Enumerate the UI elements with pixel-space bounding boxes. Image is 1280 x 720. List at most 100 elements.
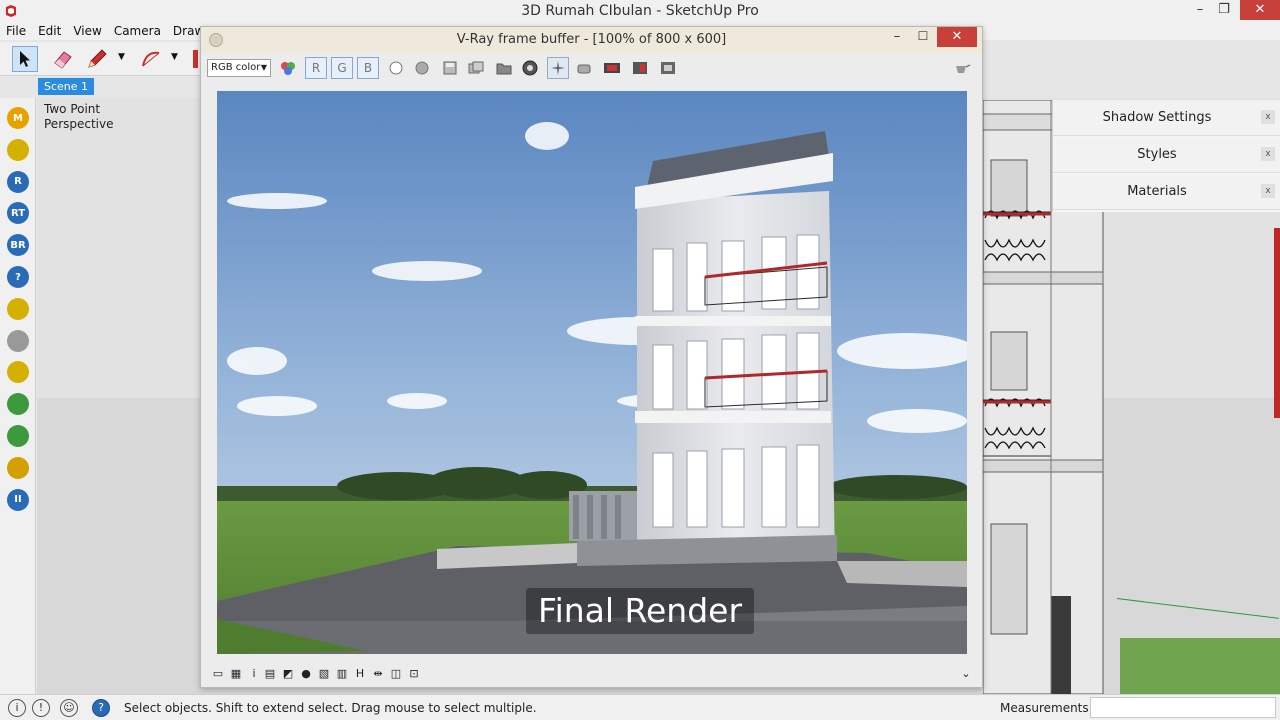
status-message: Select objects. Shift to extend select. …	[124, 701, 537, 715]
tray-shadow-settings-label: Shadow Settings	[1102, 110, 1212, 125]
arc-icon	[142, 51, 160, 67]
tree-icon[interactable]	[7, 393, 29, 416]
channel-chevron-down-icon: ▼	[260, 63, 267, 72]
vray-toolbar: M R RT BR? II	[0, 98, 36, 694]
instructor-help-icon[interactable]: ?	[92, 699, 110, 717]
perspective-label-line2: Perspective	[44, 117, 114, 131]
save-image-button[interactable]	[439, 57, 461, 79]
history-icon	[661, 62, 675, 74]
vfb-lut-button[interactable]: ▧	[317, 667, 331, 681]
tray-shadow-settings-close-icon[interactable]: x	[1261, 110, 1275, 124]
green-channel-button[interactable]: G	[331, 57, 353, 79]
white-circle-icon	[389, 61, 403, 75]
vfb-title-bar[interactable]: V-Ray frame buffer - [100% of 800 x 600]…	[201, 27, 982, 53]
line-tool-button[interactable]	[84, 46, 110, 72]
grass-patch	[1120, 638, 1280, 694]
red-axis-marker	[1274, 228, 1280, 418]
geo-location-icon[interactable]: i	[8, 699, 26, 717]
tag-icon[interactable]	[7, 138, 29, 161]
vfb-minimize-button[interactable]: –	[885, 29, 909, 44]
vfb-fit-button[interactable]: ⇹	[371, 667, 385, 681]
eraser-icon	[54, 51, 72, 69]
tray-materials-close-icon[interactable]: x	[1261, 184, 1275, 198]
br-icon[interactable]: BR	[7, 234, 29, 257]
vfb-image-button[interactable]: ▦	[229, 667, 243, 681]
tray-materials-label: Materials	[1127, 184, 1187, 199]
tray-styles-close-icon[interactable]: x	[1261, 147, 1275, 161]
clear-image-button[interactable]	[493, 57, 515, 79]
vfb-info-button[interactable]: i	[247, 667, 261, 681]
line-dropdown-chevron-icon[interactable]: ▼	[118, 52, 128, 66]
vfb-close-button[interactable]: ✕	[937, 27, 977, 47]
arc-tool-button[interactable]	[138, 46, 164, 72]
scene-tabs: Scene 1	[36, 76, 200, 98]
arc-dropdown-chevron-icon[interactable]: ▼	[171, 52, 181, 66]
color-balls-icon	[281, 62, 295, 75]
tray-styles[interactable]: Styles x	[1053, 137, 1280, 173]
history-button[interactable]	[657, 57, 679, 79]
compare-button[interactable]	[629, 57, 651, 79]
vfb-h-button[interactable]: H	[353, 667, 367, 681]
tag2-icon[interactable]	[7, 297, 29, 320]
measurements-label: Measurements	[1000, 701, 1089, 715]
folder-icon	[496, 63, 512, 75]
vfb-toolbar: RGB color ▼ R G B	[201, 53, 982, 83]
pause-icon[interactable]: II	[7, 488, 29, 511]
main-toolbar: ▼ ▼	[0, 42, 200, 76]
vfb-exposure-button[interactable]: ●	[299, 667, 313, 681]
restore-button[interactable]: ❐	[1210, 0, 1238, 20]
tray-shadow-settings[interactable]: Shadow Settings x	[1053, 100, 1280, 136]
vfb-expand-chevron-icon[interactable]: ⌄	[959, 667, 973, 681]
film-icon	[604, 63, 620, 73]
vfb-ocio-button[interactable]: ⊡	[407, 667, 421, 681]
sphere-icon[interactable]	[7, 329, 29, 352]
vfb-levels-button[interactable]: ▤	[263, 667, 277, 681]
load-image-button[interactable]	[465, 57, 487, 79]
menu-camera[interactable]: Camera	[108, 22, 167, 38]
compare-icon	[633, 62, 647, 74]
menu-edit[interactable]: Edit	[32, 22, 67, 38]
region-render-button[interactable]	[547, 57, 569, 79]
select-arrow-icon	[20, 51, 30, 67]
vfb-curve-button[interactable]: ◩	[281, 667, 295, 681]
channel-select-value: RGB color	[211, 62, 261, 73]
stop-render-button[interactable]	[519, 57, 541, 79]
close-button[interactable]: ✕	[1240, 0, 1280, 20]
vfb-title: V-Ray frame buffer - [100% of 800 x 600]	[456, 32, 727, 47]
eraser-tool-button[interactable]	[50, 46, 76, 72]
mono-white-button[interactable]	[385, 57, 407, 79]
red-channel-button[interactable]: R	[305, 57, 327, 79]
vfb-show-panel-button[interactable]: ▭	[211, 667, 225, 681]
select-tool-button[interactable]	[12, 46, 38, 72]
menu-file[interactable]: File	[0, 22, 32, 38]
help-icon[interactable]: ?	[7, 266, 29, 288]
render-last-button[interactable]	[601, 57, 623, 79]
tray-materials[interactable]: Materials x	[1053, 174, 1280, 210]
vfb-maximize-button[interactable]: ☐	[911, 29, 935, 43]
target-icon[interactable]	[7, 456, 29, 479]
gray-sphere-icon	[415, 61, 429, 75]
vfb-settings-button[interactable]	[951, 57, 973, 79]
vfb-srgb-button[interactable]: ◫	[389, 667, 403, 681]
rt-icon[interactable]: RT	[7, 202, 29, 225]
save-icon	[443, 61, 457, 75]
channel-select[interactable]: RGB color ▼	[207, 59, 271, 77]
user-account-icon[interactable]: ☺	[60, 699, 78, 717]
hand-icon	[577, 64, 591, 74]
r-icon[interactable]: R	[7, 170, 29, 193]
color-corrections-button[interactable]	[277, 57, 299, 79]
blue-channel-button[interactable]: B	[357, 57, 379, 79]
track-mouse-button[interactable]	[573, 57, 595, 79]
scene-tab-1[interactable]: Scene 1	[38, 78, 95, 95]
credits-icon[interactable]: !	[32, 699, 50, 717]
plane-icon[interactable]	[7, 361, 29, 384]
mono-gray-button[interactable]	[411, 57, 433, 79]
tree2-icon[interactable]	[7, 425, 29, 447]
measurements-input[interactable]	[1090, 697, 1276, 718]
menu-view[interactable]: View	[67, 22, 107, 38]
copy-icon	[468, 61, 484, 74]
video-caption: Final Render	[526, 588, 754, 634]
vfb-histogram-button[interactable]: ▥	[335, 667, 349, 681]
m-icon[interactable]: M	[7, 107, 29, 129]
toolbar-cutoff-icon	[193, 50, 198, 68]
